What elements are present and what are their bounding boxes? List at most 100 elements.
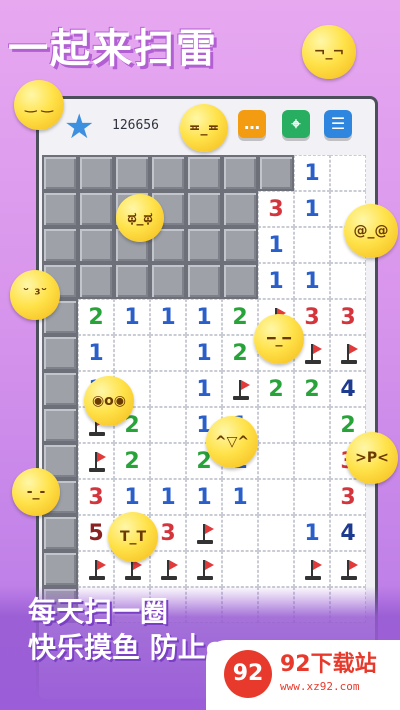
open-cell[interactable]	[330, 335, 366, 371]
open-cell[interactable]	[150, 335, 186, 371]
cell-number: 1	[196, 377, 212, 402]
open-cell[interactable]: 4	[330, 515, 366, 551]
open-cell[interactable]	[258, 443, 294, 479]
flag-icon	[305, 342, 322, 366]
covered-cell[interactable]	[222, 155, 258, 191]
open-cell[interactable]: 1	[186, 299, 222, 335]
open-cell[interactable]: 1	[294, 515, 330, 551]
cell-number: 3	[340, 305, 356, 330]
open-cell[interactable]	[258, 551, 294, 587]
open-cell[interactable]	[186, 515, 222, 551]
flag-icon	[341, 342, 358, 366]
open-cell[interactable]	[258, 515, 294, 551]
open-cell[interactable]	[78, 443, 114, 479]
smirk-emoji: ¬_¬	[302, 25, 356, 79]
covered-cell[interactable]	[78, 263, 114, 299]
open-cell[interactable]	[222, 515, 258, 551]
open-cell[interactable]: 2	[294, 371, 330, 407]
flag-icon	[197, 558, 214, 582]
open-cell[interactable]: 1	[150, 299, 186, 335]
covered-cell[interactable]	[186, 155, 222, 191]
open-cell[interactable]	[222, 551, 258, 587]
open-cell[interactable]: 1	[294, 155, 330, 191]
open-cell[interactable]	[258, 479, 294, 515]
covered-cell[interactable]	[42, 335, 78, 371]
covered-cell[interactable]	[42, 191, 78, 227]
flag-icon	[197, 522, 214, 546]
open-cell[interactable]: 1	[186, 371, 222, 407]
covered-cell[interactable]	[42, 407, 78, 443]
covered-cell[interactable]	[186, 191, 222, 227]
covered-cell[interactable]	[222, 263, 258, 299]
open-cell[interactable]	[258, 407, 294, 443]
menu-button[interactable]: ☰	[324, 110, 352, 138]
open-cell[interactable]: 3	[330, 299, 366, 335]
cell-number: 1	[196, 485, 212, 510]
open-cell[interactable]: 1	[186, 335, 222, 371]
open-cell[interactable]	[294, 551, 330, 587]
open-cell[interactable]: 1	[294, 191, 330, 227]
covered-cell[interactable]	[78, 155, 114, 191]
open-cell[interactable]: 1	[114, 299, 150, 335]
open-cell[interactable]	[150, 551, 186, 587]
open-cell[interactable]	[294, 443, 330, 479]
covered-cell[interactable]	[78, 227, 114, 263]
cell-number: 1	[196, 341, 212, 366]
open-cell[interactable]: 3	[78, 479, 114, 515]
open-cell[interactable]: 1	[258, 227, 294, 263]
open-cell[interactable]	[186, 551, 222, 587]
cell-number: 2	[124, 449, 140, 474]
covered-cell[interactable]	[186, 227, 222, 263]
open-cell[interactable]: 1	[222, 479, 258, 515]
covered-cell[interactable]	[222, 227, 258, 263]
open-cell[interactable]	[294, 407, 330, 443]
score-value: 126656	[112, 118, 159, 133]
open-cell[interactable]: 1	[150, 479, 186, 515]
sob-emoji: T_T	[108, 512, 158, 562]
open-cell[interactable]	[222, 371, 258, 407]
open-cell[interactable]: 2	[222, 335, 258, 371]
open-cell[interactable]: 2	[222, 299, 258, 335]
open-cell[interactable]: 1	[258, 263, 294, 299]
covered-cell[interactable]	[150, 263, 186, 299]
open-cell[interactable]	[294, 227, 330, 263]
covered-cell[interactable]	[114, 155, 150, 191]
covered-cell[interactable]	[186, 263, 222, 299]
open-cell[interactable]	[330, 263, 366, 299]
covered-cell[interactable]	[222, 191, 258, 227]
covered-cell[interactable]	[42, 551, 78, 587]
awkward-emoji: ≖_≖	[180, 104, 228, 152]
open-cell[interactable]: 1	[114, 479, 150, 515]
covered-cell[interactable]	[42, 227, 78, 263]
open-cell[interactable]: 1	[294, 263, 330, 299]
open-cell[interactable]	[150, 371, 186, 407]
open-cell[interactable]: 2	[258, 371, 294, 407]
open-cell[interactable]: 3	[258, 191, 294, 227]
open-cell[interactable]: 2	[78, 299, 114, 335]
open-cell[interactable]	[330, 155, 366, 191]
open-cell[interactable]	[294, 479, 330, 515]
open-cell[interactable]	[78, 551, 114, 587]
covered-cell[interactable]	[42, 515, 78, 551]
covered-cell[interactable]	[258, 155, 294, 191]
open-cell[interactable]: 2	[114, 443, 150, 479]
covered-cell[interactable]	[114, 263, 150, 299]
open-cell[interactable]: 1	[78, 335, 114, 371]
open-cell[interactable]	[114, 335, 150, 371]
open-cell[interactable]	[330, 551, 366, 587]
covered-cell[interactable]	[78, 191, 114, 227]
open-cell[interactable]: 1	[186, 479, 222, 515]
open-cell[interactable]: 3	[330, 479, 366, 515]
cell-number: 2	[232, 305, 248, 330]
covered-cell[interactable]	[42, 155, 78, 191]
chat-button[interactable]: …	[238, 110, 266, 138]
watermark-url: www.xz92.com	[280, 680, 360, 693]
location-button[interactable]: ⌖	[282, 110, 310, 138]
slogan-line-1: 每天扫一圈	[28, 595, 169, 628]
open-cell[interactable]: 4	[330, 371, 366, 407]
open-cell[interactable]	[150, 443, 186, 479]
covered-cell[interactable]	[42, 371, 78, 407]
covered-cell[interactable]	[150, 155, 186, 191]
open-cell[interactable]	[150, 407, 186, 443]
flag-icon	[161, 558, 178, 582]
